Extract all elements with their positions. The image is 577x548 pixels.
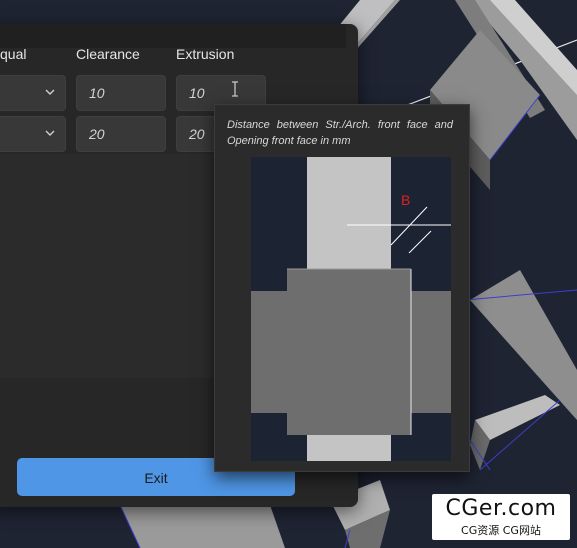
- column-header-clearance: Clearance: [76, 46, 140, 62]
- watermark-logo: CGer.com CG资源 CG网站: [432, 494, 570, 540]
- chevron-down-icon: [45, 130, 55, 136]
- row2-equal-dropdown[interactable]: [0, 116, 66, 152]
- row1-equal-dropdown[interactable]: [0, 75, 66, 111]
- row2-clearance-input[interactable]: 20: [76, 116, 166, 152]
- text-cursor-icon: [232, 81, 238, 97]
- clearance-diagram: B: [251, 157, 451, 461]
- column-header-equal: qual: [0, 46, 27, 62]
- dialog-top-strip: [0, 24, 346, 48]
- diagram-opening-frame: [287, 269, 411, 435]
- watermark-main: CGer.com: [445, 496, 557, 521]
- clearance-tooltip: Distance between Str./Arch. front face a…: [214, 104, 470, 472]
- column-header-extrusion: Extrusion: [176, 46, 235, 62]
- tooltip-text: Distance between Str./Arch. front face a…: [227, 119, 453, 147]
- diagram-label-b: B: [401, 192, 410, 208]
- row1-clearance-input[interactable]: 10: [76, 75, 166, 111]
- watermark-sub: CG资源 CG网站: [461, 524, 541, 537]
- chevron-down-icon: [45, 89, 55, 95]
